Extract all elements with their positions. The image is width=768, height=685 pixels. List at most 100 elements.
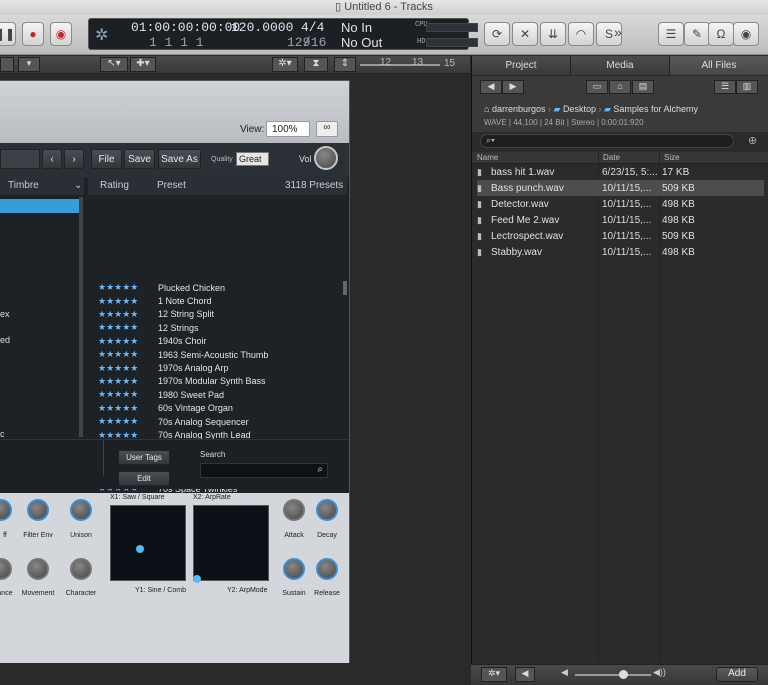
filter-env-knob[interactable] xyxy=(27,499,49,521)
lcd-tempo[interactable]: 120.0000 xyxy=(231,20,293,35)
file-row[interactable]: ▮ Detector.wav 10/11/15,... 498 KB xyxy=(477,196,764,212)
cycle-icon[interactable]: ⟳ xyxy=(484,22,510,46)
preset-row[interactable]: ★★★★★ 1 Note Chord xyxy=(98,294,343,307)
action-icon[interactable]: ✲▾ xyxy=(481,667,507,682)
lcd-output[interactable]: No Out xyxy=(341,35,382,50)
rating-stars[interactable]: ★★★★★ xyxy=(98,363,154,374)
previous-preset-button[interactable]: ‹ xyxy=(42,149,62,169)
quality-select[interactable]: Great xyxy=(236,152,269,166)
date-column-header[interactable]: Date xyxy=(603,153,620,162)
capture-record-button[interactable]: ◉ xyxy=(50,22,72,46)
settings-icon[interactable]: ✲▾ xyxy=(272,57,298,72)
xy-pad-2[interactable] xyxy=(193,505,269,583)
breadcrumb-item[interactable]: Samples for Alchemy xyxy=(613,104,698,114)
file-row[interactable]: ▮ bass hit 1.wav 6/23/15, 5:... 17 KB xyxy=(477,164,764,180)
sustain-knob[interactable] xyxy=(283,558,305,580)
fit-icon[interactable]: ⇕ xyxy=(334,57,356,72)
character-knob[interactable] xyxy=(70,558,92,580)
zoom-select[interactable]: 100% xyxy=(266,121,310,137)
preset-search-input[interactable]: ⌕ xyxy=(200,463,328,478)
preset-row[interactable]: ★★★★★ 1963 Semi-Acoustic Thumb xyxy=(98,348,343,361)
loop-browser-icon[interactable]: Ω xyxy=(708,22,734,46)
movement-knob[interactable] xyxy=(27,558,49,580)
rating-stars[interactable]: ★★★★★ xyxy=(98,389,154,400)
zoom-slider[interactable] xyxy=(360,64,440,66)
waveform-zoom-icon[interactable]: ⧗ xyxy=(304,57,328,72)
filter-icon[interactable]: ▾ xyxy=(18,57,40,72)
timeline-ruler[interactable]: ▾ ↖▾ ✚▾ ✲▾ ⧗ ⇕ 12 13 15 xyxy=(0,56,470,74)
rating-stars[interactable]: ★★★★★ xyxy=(98,349,154,360)
name-column-header[interactable]: Name xyxy=(477,153,498,162)
preset-row[interactable]: ★★★★★ 60s Vintage Organ xyxy=(98,402,343,415)
pause-button[interactable]: ❚❚ xyxy=(0,22,16,46)
file-row[interactable]: ▮ Stabby.wav 10/11/15,... 498 KB xyxy=(477,244,764,260)
ance-knob[interactable] xyxy=(0,558,12,580)
toolbar-icon[interactable] xyxy=(0,57,14,72)
document-icon[interactable]: ▤ xyxy=(632,80,654,94)
rating-stars[interactable]: ★★★★★ xyxy=(98,336,154,347)
lcd-time-signature[interactable]: 4/4 xyxy=(301,20,324,35)
preset-row[interactable]: ★★★★★ 12 String Split xyxy=(98,308,343,321)
chevron-right-icon[interactable]: » xyxy=(614,24,622,40)
preset-row[interactable]: ★★★★★ 1940s Choir xyxy=(98,335,343,348)
tab-project[interactable]: Project xyxy=(472,56,571,75)
save-button[interactable]: Save xyxy=(124,149,155,169)
notepad-icon[interactable]: ✎ xyxy=(684,22,710,46)
unison-knob[interactable] xyxy=(70,499,92,521)
preset-name-field[interactable] xyxy=(0,149,40,169)
pad1-point[interactable] xyxy=(136,545,144,553)
rating-stars[interactable]: ★★★★★ xyxy=(98,296,154,307)
file-row[interactable]: ▮ Lectrospect.wav 10/11/15,... 509 KB xyxy=(477,228,764,244)
save-as-button[interactable]: Save As xyxy=(158,149,201,169)
decay-knob[interactable] xyxy=(316,499,338,521)
rating-stars[interactable]: ★★★★★ xyxy=(98,322,154,333)
preset-row[interactable]: ★★★★★ 1980 Sweet Pad xyxy=(98,388,343,401)
preset-scrollbar[interactable] xyxy=(343,281,347,295)
preset-row[interactable]: ★★★★★ 1970s Analog Arp xyxy=(98,361,343,374)
preview-volume-slider[interactable] xyxy=(575,674,651,676)
breadcrumb-item[interactable]: Desktop xyxy=(563,104,596,114)
home-icon[interactable]: ⌂ xyxy=(609,80,631,94)
replace-icon[interactable]: ✕ xyxy=(512,22,538,46)
file-button[interactable]: File xyxy=(91,149,122,169)
back-icon[interactable]: ◀ xyxy=(480,80,502,94)
rating-stars[interactable]: ★★★★★ xyxy=(98,403,154,414)
edit-button[interactable]: Edit xyxy=(118,471,170,486)
list-editors-icon[interactable]: ☰ xyxy=(658,22,684,46)
rating-stars[interactable]: ★★★★★ xyxy=(98,282,154,293)
browser-search-input[interactable]: ⌕▾ xyxy=(480,134,734,148)
rating-stars[interactable]: ★★★★★ xyxy=(98,376,154,387)
breadcrumb-item[interactable]: darrenburgos xyxy=(492,104,546,114)
next-preset-button[interactable]: › xyxy=(64,149,84,169)
pointer-tool-icon[interactable]: ↖▾ xyxy=(100,57,128,72)
release-knob[interactable] xyxy=(316,558,338,580)
preset-row[interactable]: ★★★★★ 12 Strings xyxy=(98,321,343,334)
file-row[interactable]: ▮ Feed Me 2.wav 10/11/15,... 498 KB xyxy=(477,212,764,228)
file-row[interactable]: ▮ Bass punch.wav 10/11/15,... 509 KB xyxy=(477,180,764,196)
tuner-icon[interactable]: ⇊ xyxy=(540,22,566,46)
size-column-header[interactable]: Size xyxy=(664,153,680,162)
preset-row[interactable]: ★★★★★ 70s Analog Sequencer xyxy=(98,415,343,428)
link-icon[interactable]: ∞ xyxy=(316,121,338,137)
metronome-icon[interactable]: ◠ xyxy=(568,22,594,46)
lcd-input[interactable]: No In xyxy=(341,20,372,35)
lcd-division[interactable]: /16 xyxy=(303,35,326,50)
slider-handle[interactable] xyxy=(619,670,628,679)
computer-icon[interactable]: ▭ xyxy=(586,80,608,94)
column-view-icon[interactable]: ▥ xyxy=(736,80,758,94)
rating-stars[interactable]: ★★★★★ xyxy=(98,416,154,427)
attack-knob[interactable] xyxy=(283,499,305,521)
rating-stars[interactable]: ★★★★★ xyxy=(98,309,154,320)
add-icon[interactable]: ⊕ xyxy=(748,134,757,147)
forward-icon[interactable]: ▶ xyxy=(502,80,524,94)
pad2-point[interactable] xyxy=(193,575,201,583)
record-button[interactable]: ● xyxy=(22,22,44,46)
browser-icon[interactable]: ◉ xyxy=(733,22,759,46)
list-view-icon[interactable]: ☰ xyxy=(714,80,736,94)
gear-icon[interactable]: ✲ xyxy=(95,25,108,45)
off-knob[interactable] xyxy=(0,499,12,521)
add-button[interactable]: Add xyxy=(716,667,758,682)
preset-row[interactable]: ★★★★★ Plucked Chicken xyxy=(98,281,343,294)
tab-media[interactable]: Media xyxy=(571,56,670,75)
user-tags-button[interactable]: User Tags xyxy=(118,450,170,465)
